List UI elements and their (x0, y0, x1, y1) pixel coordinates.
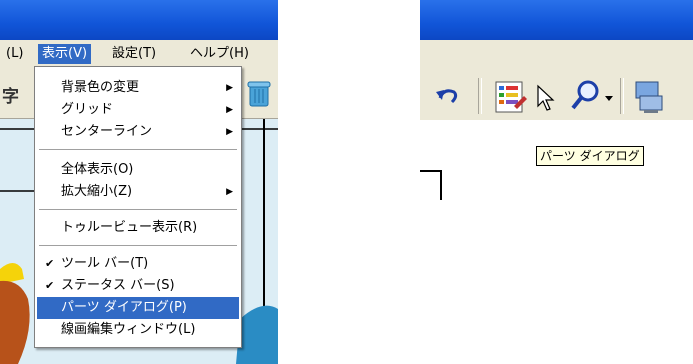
menu-option-true-view[interactable]: トゥルービュー表示(R) (37, 217, 239, 239)
undo-icon[interactable] (432, 76, 462, 116)
menu-item-help[interactable]: ヘルプ(H) (186, 44, 253, 64)
tooltip-parts-dialog: パーツ ダイアログ (536, 146, 644, 166)
dropdown-arrow-icon[interactable] (604, 76, 614, 116)
view-dropdown-menu: 背景色の変更 ▶ グリッド ▶ センターライン ▶ 全体表示(O) 拡大縮小(Z… (34, 66, 242, 348)
menu-option-label: 全体表示(O) (61, 162, 134, 177)
menu-option-center-line[interactable]: センターライン ▶ (37, 121, 239, 143)
menu-option-label: 背景色の変更 (61, 80, 140, 95)
menu-bar: (L) 表示(V) 設定(T) ヘルプ(H) (0, 40, 278, 68)
menu-option-zoom[interactable]: 拡大縮小(Z) ▶ (37, 181, 239, 203)
submenu-arrow-icon: ▶ (226, 105, 233, 115)
menu-separator (39, 209, 237, 211)
check-icon: ✔ (45, 279, 55, 292)
menu-separator (39, 245, 237, 247)
toolbar-divider (620, 78, 624, 114)
menu-option-label: ステータス バー(S) (61, 278, 175, 293)
submenu-arrow-icon: ▶ (226, 187, 233, 197)
monitor-icon[interactable] (632, 76, 672, 116)
menu-option-parts-dialog[interactable]: パーツ ダイアログ(P) (37, 297, 239, 319)
canvas-frame (420, 170, 442, 200)
menu-option-label: 拡大縮小(Z) (61, 184, 133, 199)
menu-bar (420, 40, 693, 68)
menu-option-label: パーツ ダイアログ(P) (61, 300, 187, 315)
cursor-icon (534, 76, 560, 116)
submenu-arrow-icon: ▶ (226, 127, 233, 137)
menu-option-fit-all[interactable]: 全体表示(O) (37, 159, 239, 181)
menu-item-partial[interactable]: (L) (2, 44, 27, 64)
menu-separator (39, 149, 237, 151)
menu-option-label: ツール バー(T) (61, 256, 149, 271)
menu-item-settings[interactable]: 設定(T) (108, 44, 160, 64)
menu-option-label: グリッド (61, 102, 114, 117)
submenu-arrow-icon: ▶ (226, 83, 233, 93)
menu-option-status-bar[interactable]: ✔ ステータス バー(S) (37, 275, 239, 297)
menu-option-label: センターライン (61, 124, 153, 139)
menu-option-line-edit-window[interactable]: 線画編集ウィンドウ(L) (37, 319, 239, 341)
menu-item-view[interactable]: 表示(V) (38, 44, 92, 64)
menu-option-background-color[interactable]: 背景色の変更 ▶ (37, 77, 239, 99)
title-bar (0, 0, 278, 40)
title-bar (420, 0, 693, 40)
check-icon: ✔ (45, 257, 55, 270)
menu-option-label: トゥルービュー表示(R) (61, 220, 198, 235)
menu-option-tool-bar[interactable]: ✔ ツール バー(T) (37, 253, 239, 275)
parts-dialog-icon[interactable] (490, 76, 530, 116)
toolbar-divider (478, 78, 482, 114)
menu-option-label: 線画編集ウィンドウ(L) (61, 322, 196, 337)
trash-icon[interactable] (244, 74, 274, 110)
menu-option-grid[interactable]: グリッド ▶ (37, 99, 239, 121)
left-screenshot: (L) 表示(V) 設定(T) ヘルプ(H) 字 背景色の変更 ▶ グリッド ▶… (0, 0, 278, 364)
toolbar-partial-text: 字 (2, 87, 19, 107)
zoom-magnifier-icon[interactable] (568, 76, 604, 116)
right-screenshot: パーツ ダイアログ (420, 0, 693, 200)
